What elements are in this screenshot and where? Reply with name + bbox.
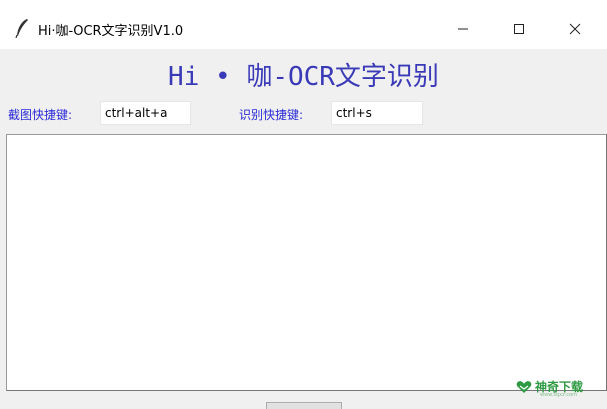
minimize-button[interactable] [440,10,486,48]
app-window: Hi·咖-OCR文字识别V1.0 Hi • 咖-OCR文字识别 截图快捷键: 识… [0,0,607,409]
feather-icon [15,19,28,38]
maximize-icon [514,24,524,34]
maximize-button[interactable] [496,10,542,48]
app-heading: Hi • 咖-OCR文字识别 [168,62,439,92]
window-title: Hi·咖-OCR文字识别V1.0 [38,24,184,39]
title-bar[interactable]: Hi·咖-OCR文字识别V1.0 [0,0,607,49]
action-button[interactable] [266,402,342,409]
screenshot-hotkey-label: 截图快捷键: [8,108,73,122]
minimize-icon [458,28,468,30]
heart-logo-icon [516,380,532,393]
recognize-hotkey-label: 识别快捷键: [239,108,304,122]
watermark-url: www.sqxz.com [540,392,578,398]
close-button[interactable] [552,10,598,48]
recognize-hotkey-input[interactable] [331,101,423,125]
close-icon [569,23,581,35]
screenshot-hotkey-input[interactable] [100,101,191,125]
ocr-result-textarea[interactable] [6,134,607,391]
